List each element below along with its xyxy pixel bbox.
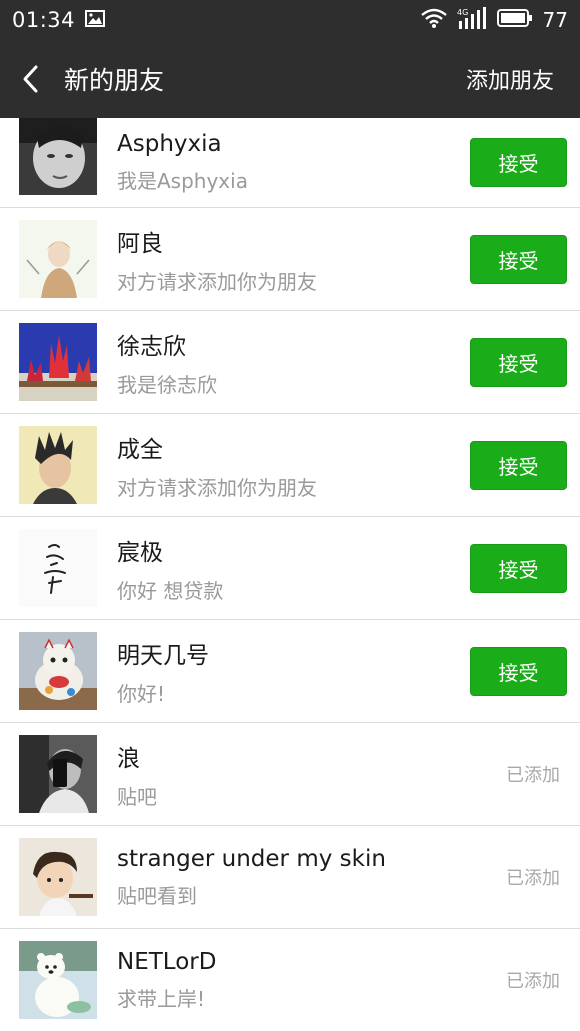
accept-button[interactable]: 接受: [470, 440, 567, 490]
battery-icon: [496, 8, 533, 32]
request-message: 对方请求添加你为朋友: [117, 475, 317, 500]
avatar: [19, 117, 97, 195]
avatar: [19, 529, 97, 607]
request-texts: 阿良 对方请求添加你为朋友: [117, 224, 470, 295]
friend-name: 徐志欣: [117, 333, 186, 360]
avatar: [19, 632, 97, 710]
request-message: 贴吧: [117, 784, 157, 809]
added-status: 已添加: [506, 868, 560, 889]
avatar: [19, 941, 97, 1019]
request-message: 求带上岸!: [117, 986, 206, 1011]
status-right: 4G 77: [420, 7, 568, 33]
friend-name: 明天几号: [117, 642, 209, 669]
request-message: 你好!: [117, 681, 166, 706]
request-texts: 浪 贴吧: [117, 739, 470, 810]
request-texts: 宸极 你好 想贷款: [117, 533, 470, 604]
request-message: 我是徐志欣: [117, 372, 217, 397]
avatar: [19, 323, 97, 401]
request-texts: Asphyxia 我是Asphyxia: [117, 131, 470, 194]
request-message: 对方请求添加你为朋友: [117, 269, 317, 294]
back-arrow-icon[interactable]: [18, 63, 42, 95]
add-friend-button[interactable]: 添加朋友: [466, 63, 554, 95]
accept-button[interactable]: 接受: [470, 543, 567, 593]
friend-request-row[interactable]: 浪 贴吧 已添加: [0, 723, 580, 826]
friend-name: 阿良: [117, 230, 163, 257]
request-texts: stranger under my skin 贴吧看到: [117, 846, 470, 909]
request-message: 你好 想贷款: [117, 578, 224, 603]
request-texts: NETLorD 求带上岸!: [117, 949, 470, 1012]
added-status: 已添加: [506, 971, 560, 992]
request-texts: 徐志欣 我是徐志欣: [117, 327, 470, 398]
svg-text:4G: 4G: [457, 8, 468, 17]
request-message: 贴吧看到: [117, 883, 197, 908]
status-bar: 01:34 4G 77: [0, 0, 580, 40]
friend-name: 成全: [117, 436, 163, 463]
added-status: 已添加: [506, 765, 560, 786]
accept-button[interactable]: 接受: [470, 138, 567, 187]
status-left: 01:34: [12, 8, 106, 32]
wifi-icon: [420, 8, 447, 32]
status-time: 01:34: [12, 8, 76, 32]
friend-name: stranger under my skin: [117, 845, 386, 872]
friend-request-row[interactable]: 徐志欣 我是徐志欣 接受: [0, 311, 580, 414]
friend-request-row[interactable]: 明天几号 你好! 接受: [0, 620, 580, 723]
friend-request-row[interactable]: Asphyxia 我是Asphyxia 接受: [0, 117, 580, 208]
friend-request-row[interactable]: NETLorD 求带上岸! 已添加: [0, 929, 580, 1031]
avatar: [19, 426, 97, 504]
friend-request-row[interactable]: 成全 对方请求添加你为朋友 接受: [0, 414, 580, 517]
battery-level: 77: [542, 8, 568, 32]
avatar: [19, 735, 97, 813]
signal-4g-icon: 4G: [457, 7, 487, 33]
accept-button[interactable]: 接受: [470, 337, 567, 387]
friend-name: 宸极: [117, 539, 163, 566]
friend-name: Asphyxia: [117, 131, 222, 157]
request-message: 我是Asphyxia: [117, 169, 248, 193]
friend-request-list: Asphyxia 我是Asphyxia 接受 阿良 对方请求添加你为朋友 接受 …: [0, 117, 580, 1031]
nav-left: 新的朋友: [18, 61, 164, 97]
friend-request-row[interactable]: 阿良 对方请求添加你为朋友 接受: [0, 208, 580, 311]
avatar: [19, 220, 97, 298]
friend-request-row[interactable]: stranger under my skin 贴吧看到 已添加: [0, 826, 580, 929]
avatar: [19, 838, 97, 916]
request-texts: 成全 对方请求添加你为朋友: [117, 430, 470, 501]
nav-bar: 新的朋友 添加朋友: [0, 40, 580, 118]
image-icon: [85, 9, 106, 31]
page-title: 新的朋友: [64, 66, 165, 95]
friend-name: NETLorD: [117, 948, 217, 975]
request-texts: 明天几号 你好!: [117, 636, 470, 707]
friend-name: 浪: [117, 745, 140, 772]
accept-button[interactable]: 接受: [470, 646, 567, 696]
friend-request-row[interactable]: 宸极 你好 想贷款 接受: [0, 517, 580, 620]
accept-button[interactable]: 接受: [470, 234, 567, 284]
